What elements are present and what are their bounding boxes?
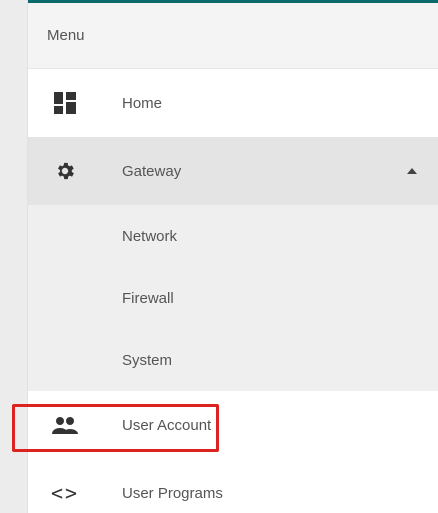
sidebar-subitem-label: Firewall: [122, 289, 174, 307]
sidebar-item-label: Home: [122, 94, 163, 112]
gateway-submenu: Network Firewall System: [28, 205, 438, 391]
sidebar-item-label: Gateway: [122, 162, 182, 180]
people-icon: [28, 416, 122, 434]
dashboard-icon: [28, 92, 122, 114]
sidebar-item-label: User Account: [122, 416, 212, 434]
left-gutter: [0, 0, 28, 513]
menu-header: Menu: [28, 3, 438, 69]
sidebar-item-label: User Programs: [122, 484, 223, 502]
app-frame: Menu Home Gateway Network Firewall Syste…: [0, 0, 438, 513]
menu-header-label: Menu: [47, 27, 85, 44]
sidebar-subitem-label: System: [122, 351, 173, 369]
code-brackets-icon: <>: [50, 481, 80, 505]
sidebar-subitem-network[interactable]: Network: [28, 205, 438, 267]
sidebar-item-user-account[interactable]: User Account: [28, 391, 438, 459]
sidebar-subitem-system[interactable]: System: [28, 329, 438, 391]
sidebar-item-home[interactable]: Home: [28, 69, 438, 137]
side-menu: Menu Home Gateway Network Firewall Syste…: [28, 3, 438, 513]
sidebar-subitem-firewall[interactable]: Firewall: [28, 267, 438, 329]
sidebar-item-gateway[interactable]: Gateway: [28, 137, 438, 205]
sidebar-item-user-programs[interactable]: <> User Programs: [28, 459, 438, 513]
gear-icon: [28, 160, 122, 182]
caret-up-icon[interactable]: [407, 168, 417, 174]
sidebar-subitem-label: Network: [122, 227, 178, 245]
